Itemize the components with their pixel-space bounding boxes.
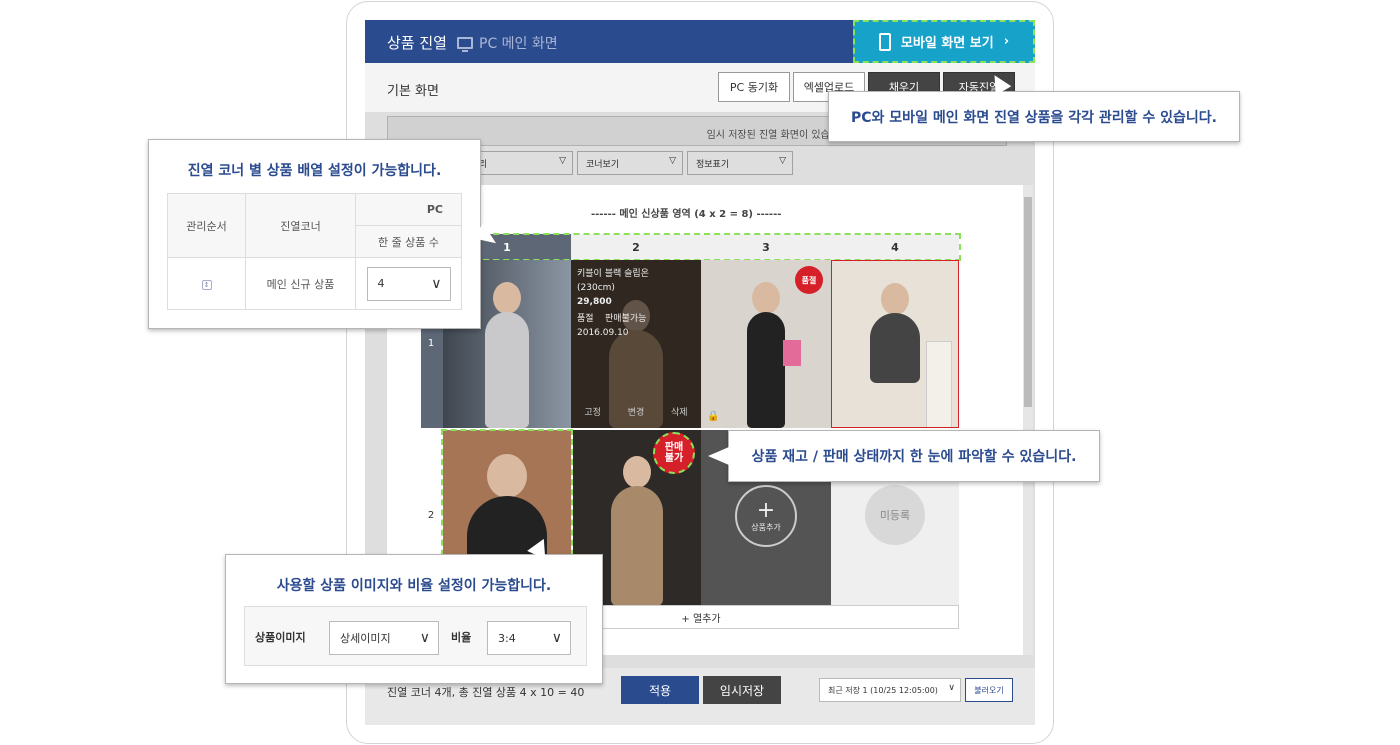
page-title: 상품 진열	[387, 34, 447, 52]
stock-callout: 상품 재고 / 판매 상태까지 한 눈에 파악할 수 있습니다.	[728, 430, 1100, 482]
col-pc-header: PC	[355, 193, 462, 226]
scrollbar-thumb[interactable]	[1024, 197, 1032, 407]
load-button[interactable]: 불러오기	[965, 678, 1013, 702]
top-bar: 상품 진열 PC 메인 화면 모바일 화면 보기 ›	[365, 20, 1035, 63]
corner-callout: 진열 코너 별 상품 배열 설정이 가능합니다. 관리순서 진열코너 PC 한 …	[148, 139, 481, 329]
chevron-down-icon: ∨	[551, 630, 562, 646]
chevron-right-icon: ›	[1003, 34, 1010, 49]
mobile-callout: PC와 모바일 메인 화면 진열 상품을 각각 관리할 수 있습니다.	[828, 91, 1240, 142]
product-size: (230cm)	[577, 283, 615, 293]
col-per-row-header: 한 줄 상품 수	[355, 225, 462, 258]
row-label-2: 2	[427, 510, 435, 521]
product-cell[interactable]	[831, 260, 959, 428]
sort-cell: ↕	[167, 257, 246, 310]
corner-callout-text: 진열 코너 별 상품 배열 설정이 가능합니다.	[187, 163, 442, 179]
mobile-view-label: 모바일 화면 보기	[900, 36, 994, 51]
pc-main-tab[interactable]: PC 메인 화면	[457, 33, 558, 53]
add-product-button[interactable]: + 상품추가	[735, 485, 797, 547]
pc-main-label: PC 메인 화면	[479, 36, 558, 52]
image-settings-panel: 상품이미지 상세이미지 ∨ 비율 3:4 ∨	[244, 606, 587, 666]
area-title: ------ 메인 신상품 영역 (4 x 2 = 8) ------	[591, 209, 782, 220]
product-cell[interactable]: 🔒 품절	[701, 260, 831, 428]
col-corner-header: 진열코너	[245, 193, 356, 258]
per-row-value: 4	[377, 277, 385, 290]
image-callout: 사용할 상품 이미지와 비율 설정이 가능합니다. 상품이미지 상세이미지 ∨ …	[225, 554, 603, 684]
apply-button[interactable]: 적용	[621, 676, 699, 704]
mobile-callout-text: PC와 모바일 메인 화면 진열 상품을 각각 관리할 수 있습니다.	[851, 109, 1217, 126]
product-cell[interactable]: 키블이 블랙 슬립온 (230cm) 29,800 품절 판매불가능 2016.…	[571, 260, 701, 428]
per-row-cell: 4 ∨	[355, 257, 462, 310]
phone-icon	[878, 32, 891, 51]
row-label-1: 1	[427, 338, 435, 349]
temp-save-button[interactable]: 임시저장	[703, 676, 781, 704]
per-row-select[interactable]: 4 ∨	[366, 266, 451, 301]
recent-save-label: 최근 저장 1 (10/25 12:05:00)	[828, 686, 938, 695]
product-image	[832, 261, 958, 427]
image-type-value: 상세이미지	[340, 632, 391, 645]
stock-callout-text: 상품 재고 / 판매 상태까지 한 눈에 파악할 수 있습니다.	[751, 449, 1077, 465]
toolbar-title: 기본 화면	[387, 84, 439, 99]
col-order-header: 관리순서	[167, 193, 246, 258]
delete-button[interactable]: 삭제	[671, 405, 688, 418]
display-summary: 진열 코너 4개, 총 진열 상품 4 x 10 = 40	[387, 686, 585, 699]
vertical-scrollbar[interactable]	[1023, 185, 1033, 655]
chevron-down-icon: ∨	[419, 630, 430, 646]
ratio-select[interactable]: 3:4 ∨	[487, 621, 571, 655]
sort-icon[interactable]: ↕	[201, 280, 212, 290]
corner-name-cell: 메인 신규 상품	[245, 257, 356, 310]
stock-callout-tail	[708, 447, 729, 465]
not-for-sale-badge: 판매불가	[653, 432, 695, 474]
image-callout-text: 사용할 상품 이미지와 비율 설정이 가능합니다.	[276, 578, 552, 594]
monitor-icon	[457, 37, 473, 52]
product-sale-status: 판매불가능	[605, 314, 647, 324]
lock-icon[interactable]: 🔒	[707, 411, 719, 422]
soldout-badge: 품절	[795, 266, 823, 294]
ratio-value: 3:4	[498, 631, 516, 645]
image-type-select[interactable]: 상세이미지 ∨	[329, 621, 439, 655]
unregistered-label: 미등록	[865, 485, 925, 545]
product-price: 29,800	[577, 297, 612, 307]
change-button[interactable]: 변경	[628, 405, 645, 418]
recent-save-select[interactable]: 최근 저장 1 (10/25 12:05:00) ∨	[819, 678, 961, 702]
chevron-down-icon: ∨	[948, 683, 955, 693]
product-name: 키블이 블랙 슬립온	[577, 269, 649, 279]
add-product-label: 상품추가	[751, 522, 781, 532]
image-label: 상품이미지	[255, 631, 306, 644]
plus-icon: +	[756, 497, 776, 523]
pc-sync-button[interactable]: PC 동기화	[718, 72, 790, 102]
corner-table: 관리순서 진열코너 PC 한 줄 상품 수 ↕ 메인 신규 상품 4 ∨	[167, 193, 462, 310]
chevron-down-icon: ∨	[431, 275, 442, 292]
column-highlight	[443, 233, 961, 261]
ratio-label: 비율	[451, 631, 472, 644]
fix-button[interactable]: 고정	[584, 405, 601, 418]
product-date: 2016.09.10	[577, 328, 629, 338]
product-status: 품절	[577, 314, 594, 324]
mobile-view-button[interactable]: 모바일 화면 보기 ›	[853, 20, 1035, 63]
product-info-overlay: 키블이 블랙 슬립온 (230cm) 29,800 품절 판매불가능 2016.…	[571, 260, 701, 428]
